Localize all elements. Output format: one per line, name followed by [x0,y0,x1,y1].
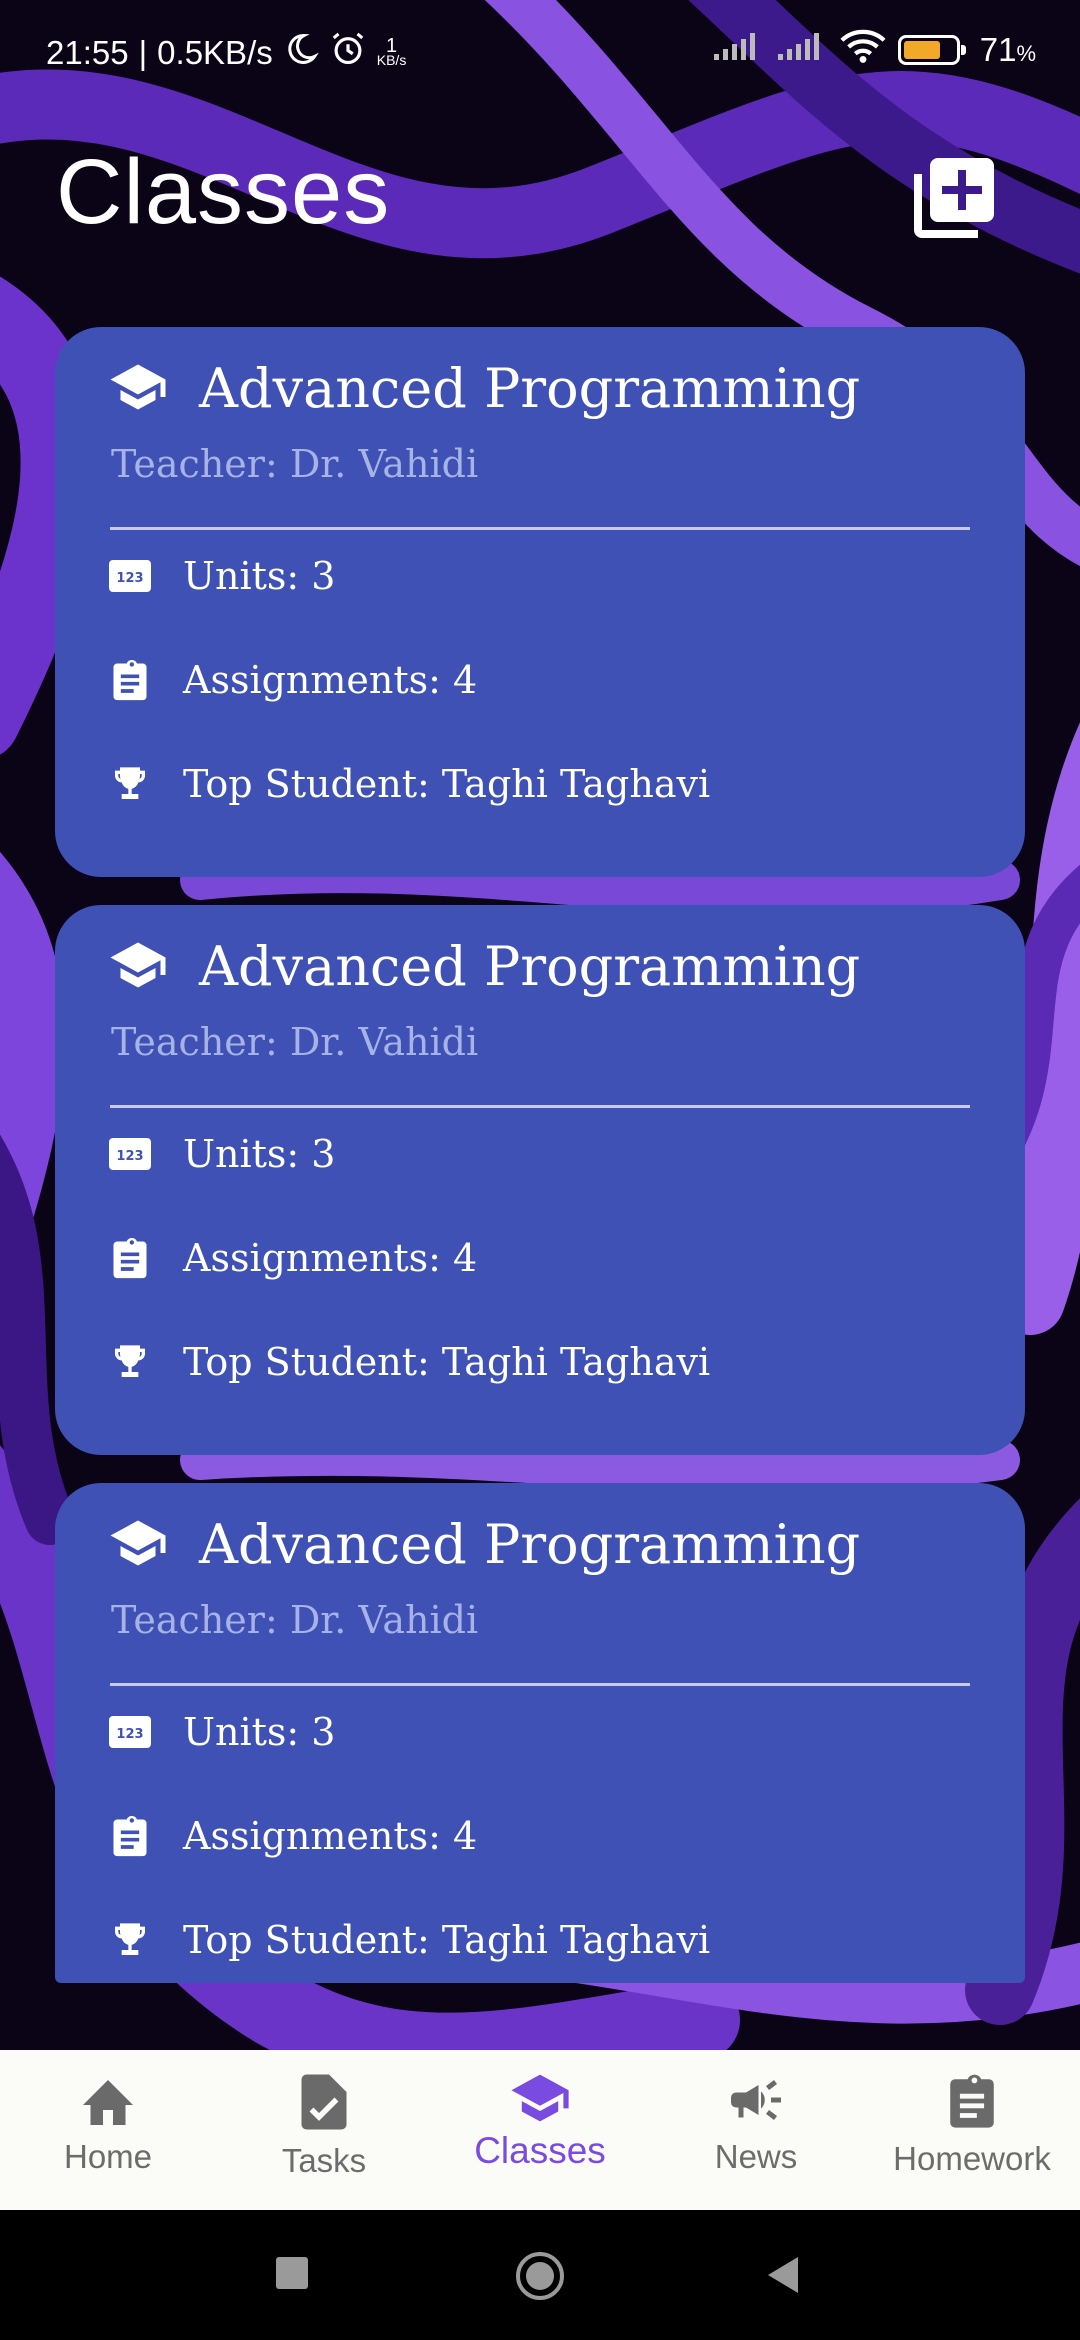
add-class-button[interactable] [906,150,1002,246]
top-student-text: Top Student: Taghi Taghavi [183,1340,711,1384]
signal-icon [712,30,764,70]
class-teacher: Teacher: Dr. Vahidi [111,1598,479,1642]
card-header: Advanced Programming [107,935,860,998]
battery-percent: 71% [980,31,1036,69]
nav-label-home: Home [63,2138,153,2175]
numbers-icon: 123 [107,553,153,599]
assignments-text: Assignments: 4 [183,658,478,702]
assignments-text: Assignments: 4 [183,1814,478,1858]
alarm-icon [329,30,367,76]
bottom-navigation: Home Tasks Classes News Homework [0,2050,1080,2210]
top-student-row: Top Student: Taghi Taghavi [107,1339,710,1385]
units-text: Units: 3 [183,554,336,598]
assignments-row: Assignments: 4 [107,1235,477,1281]
top-student-row: Top Student: Taghi Taghavi [107,1917,710,1963]
nav-label-classes: Classes [474,2130,606,2171]
class-teacher: Teacher: Dr. Vahidi [111,1020,479,1064]
assignments-text: Assignments: 4 [183,1236,478,1280]
card-header: Advanced Programming [107,1513,860,1576]
school-icon [511,2074,569,2122]
card-divider [110,1683,970,1686]
battery-percent-value: 71 [979,31,1017,68]
card-divider [110,1105,970,1108]
status-bar: 21:55 | 0.5KB/s 1 KB/s 71% [0,0,1080,100]
campaign-icon [731,2080,781,2120]
top-student-text: Top Student: Taghi Taghavi [183,1918,711,1962]
battery-fill [903,41,940,59]
units-row: 123 Units: 3 [107,1709,335,1755]
numbers-icon: 123 [107,1709,153,1755]
units-row: 123 Units: 3 [107,553,335,599]
units-row: 123 Units: 3 [107,1131,335,1177]
nav-item-homework[interactable]: Homework [864,2050,1080,2210]
trophy-icon [107,1339,153,1385]
class-title: Advanced Programming [199,357,861,420]
trophy-icon [107,761,153,807]
class-list: Advanced Programming Teacher: Dr. Vahidi… [55,327,1025,2011]
numbers-icon: 123 [107,1131,153,1177]
units-text: Units: 3 [183,1710,336,1754]
class-card[interactable]: Advanced Programming Teacher: Dr. Vahidi… [55,327,1025,877]
net-unit: KB/s [376,52,407,68]
battery-icon [897,35,966,65]
nav-label-tasks: Tasks [281,2142,367,2179]
clipboard-icon [107,1813,153,1859]
assignments-row: Assignments: 4 [107,1813,477,1859]
home-icon [83,2080,133,2125]
task-icon [301,2074,347,2130]
status-right: 71% [712,28,1036,72]
square-icon [276,2257,308,2289]
trophy-icon [107,1917,153,1963]
back-button[interactable] [764,2255,802,2300]
school-icon [107,362,169,416]
home-button[interactable] [514,2250,566,2307]
net-count: 1 [385,35,398,57]
nav-item-home[interactable]: Home [0,2050,216,2210]
battery-percent-symbol: % [1016,41,1036,66]
net-indicator: 1 KB/s [376,35,407,68]
card-divider [110,527,970,530]
card-header: Advanced Programming [107,357,860,420]
clipboard-icon [107,1235,153,1281]
nav-label-news: News [714,2138,798,2175]
nav-item-tasks[interactable]: Tasks [216,2050,432,2210]
svg-text:123: 123 [116,571,143,586]
nav-item-classes[interactable]: Classes [432,2050,648,2210]
nav-item-news[interactable]: News [648,2050,864,2210]
svg-text:123: 123 [116,1727,143,1742]
units-text: Units: 3 [183,1132,336,1176]
moon-icon [283,31,319,75]
wifi-icon [840,28,886,72]
triangle-icon [768,2257,798,2293]
recents-button[interactable] [274,2255,310,2296]
nav-label-homework: Homework [893,2140,1051,2177]
assignments-row: Assignments: 4 [107,657,477,703]
status-speed: 0.5KB/s [157,34,273,71]
page-title: Classes [56,141,391,243]
add-library-icon [914,158,994,238]
circle-icon [516,2252,564,2300]
svg-text:123: 123 [116,1149,143,1164]
class-title: Advanced Programming [199,935,861,998]
clipboard-icon [107,657,153,703]
class-card[interactable]: Advanced Programming Teacher: Dr. Vahidi… [55,1483,1025,1983]
system-navigation-bar [0,2210,1080,2340]
school-icon [107,1518,169,1572]
clipboard-icon [950,2074,994,2128]
top-student-row: Top Student: Taghi Taghavi [107,761,710,807]
class-teacher: Teacher: Dr. Vahidi [111,442,479,486]
status-time: 21:55 [46,34,129,71]
class-title: Advanced Programming [199,1513,861,1576]
status-left: 21:55 | 0.5KB/s 1 KB/s [46,30,406,76]
top-student-text: Top Student: Taghi Taghavi [183,762,711,806]
class-card[interactable]: Advanced Programming Teacher: Dr. Vahidi… [55,905,1025,1455]
school-icon [107,940,169,994]
signal-icon [776,30,828,70]
status-separator: | [138,34,148,71]
